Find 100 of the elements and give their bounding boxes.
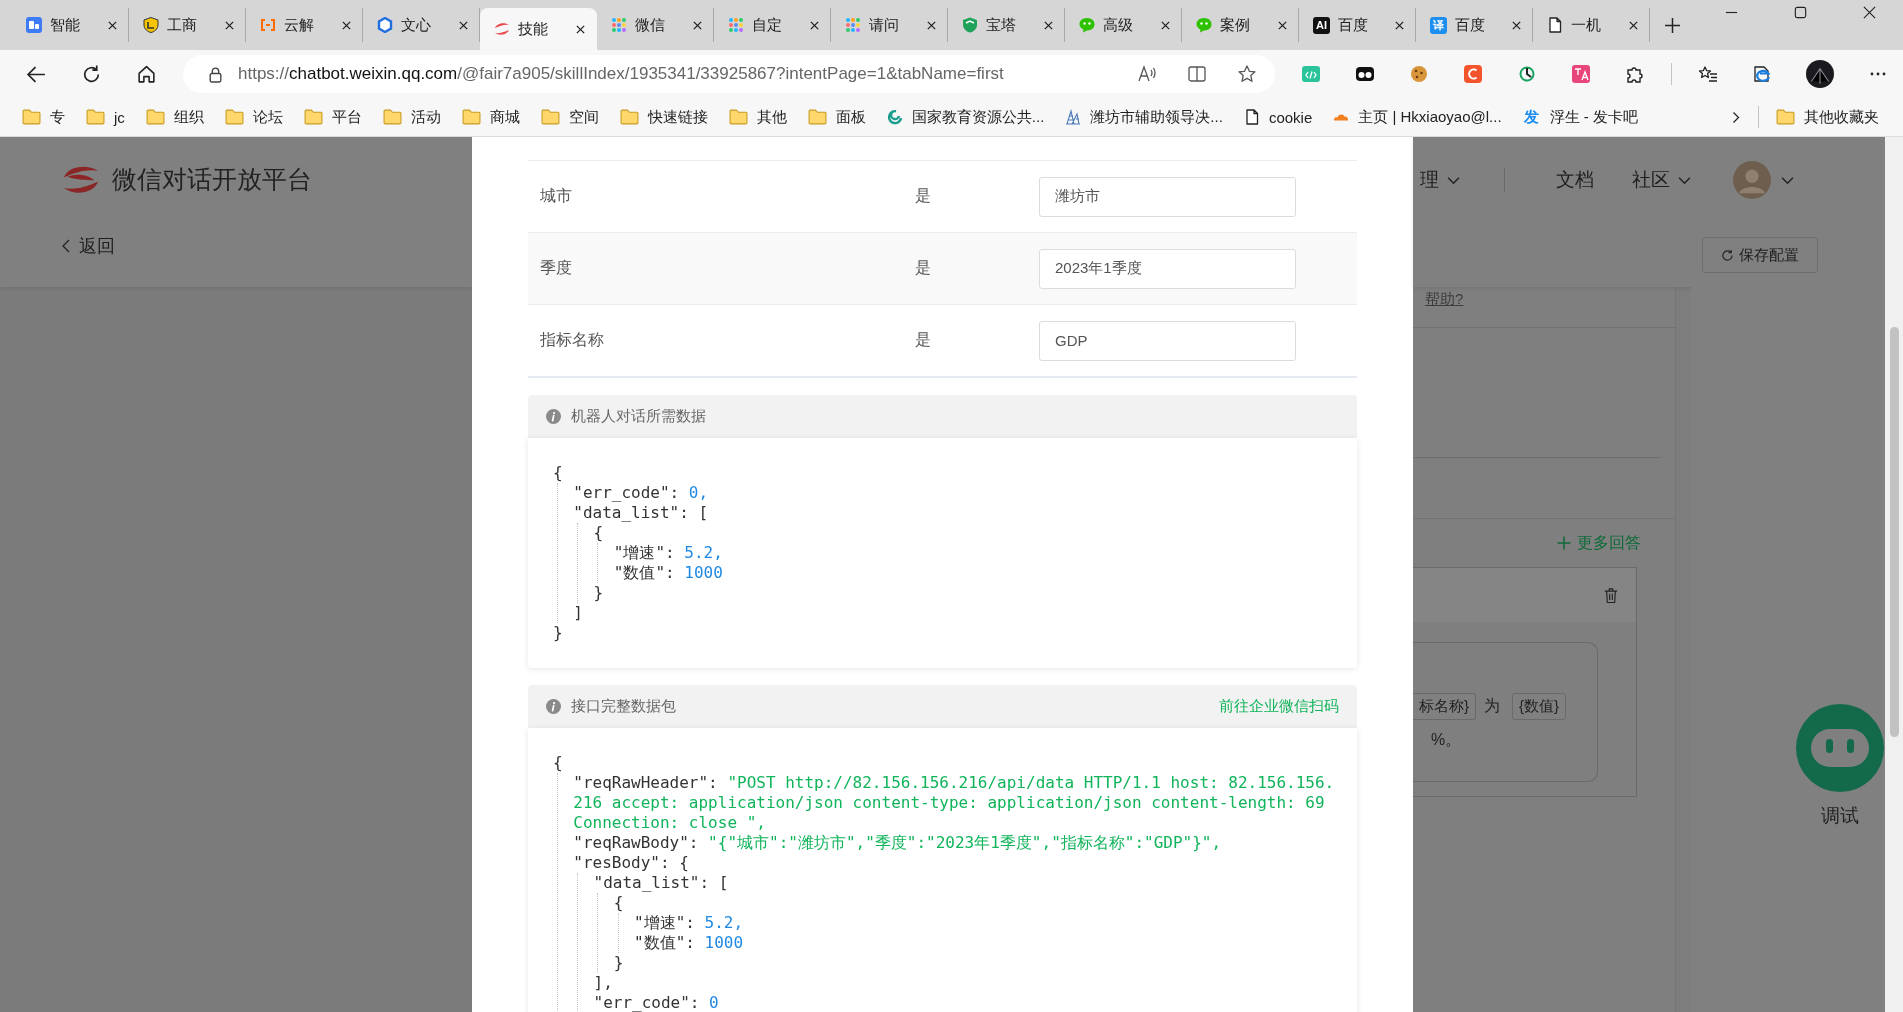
browser-tab[interactable]: 工商 xyxy=(129,8,246,42)
bookmark[interactable]: 国家教育资源公共... xyxy=(886,107,1045,127)
folder-icon xyxy=(807,109,827,125)
browser-tab[interactable]: 案例 xyxy=(1182,8,1299,42)
browser-tab[interactable]: 请问 xyxy=(831,8,948,42)
read-aloud-icon[interactable] xyxy=(1137,64,1157,84)
shield-icon xyxy=(962,17,978,33)
chevron-right-icon[interactable] xyxy=(1731,109,1741,125)
close-icon[interactable] xyxy=(809,19,820,31)
browser-tab[interactable]: 宝塔 xyxy=(948,8,1065,42)
bookmark[interactable]: cookie xyxy=(1243,108,1313,126)
code-line: ], xyxy=(593,973,614,993)
maximize-icon[interactable] xyxy=(1793,4,1808,20)
browser-tab[interactable]: 一机 xyxy=(1533,8,1650,42)
folder-icon xyxy=(224,109,244,125)
folder-icon xyxy=(22,109,41,125)
folder-icon xyxy=(461,109,481,125)
puzzle-icon[interactable] xyxy=(1625,64,1645,84)
bookmark[interactable]: 专 xyxy=(22,107,65,127)
close-icon[interactable] xyxy=(1394,19,1405,31)
bookmark[interactable]: 快速链接 xyxy=(619,107,708,127)
bookmark[interactable]: 活动 xyxy=(382,107,441,127)
browser-logo-icon[interactable] xyxy=(1752,64,1772,84)
scrollbar[interactable] xyxy=(1885,137,1903,1012)
split-screen-icon[interactable] xyxy=(1187,64,1207,84)
close-icon[interactable] xyxy=(926,19,937,31)
bookmark[interactable]: 发 浮生 - 发卡吧 xyxy=(1522,107,1638,127)
home-icon[interactable] xyxy=(136,63,157,85)
bookmark[interactable]: 潍坊市辅助领导决... xyxy=(1065,107,1223,127)
nav-link[interactable]: 文档 xyxy=(1556,167,1594,193)
close-icon[interactable] xyxy=(224,19,235,31)
dot-grid-icon xyxy=(728,17,744,33)
close-icon[interactable] xyxy=(341,19,352,31)
browser-tab[interactable]: 译 百度 xyxy=(1416,8,1533,42)
nav-link[interactable]: 理 xyxy=(1420,167,1460,193)
address-field[interactable]: https://chatbot.weixin.qq.com/@fair7a905/skillIndex/1935341/33925867?intentPage=1&tabName=first xyxy=(183,55,1275,93)
folder-icon xyxy=(145,109,165,125)
browser-tab[interactable]: 技能 xyxy=(480,8,597,50)
chat-bubble-icon xyxy=(1196,17,1212,33)
slot-name: 季度 xyxy=(540,258,573,278)
bookmark[interactable]: 主页 | Hkxiaoyao@l... xyxy=(1333,107,1502,127)
bookmark[interactable]: 空间 xyxy=(540,107,599,127)
close-icon[interactable] xyxy=(1043,19,1054,31)
answer-box[interactable]: 标名称} 为 {数值} %。 xyxy=(1413,642,1598,782)
browser-tab[interactable]: 云解 xyxy=(246,8,363,42)
code-line: } xyxy=(553,623,564,643)
chevron-down-icon xyxy=(1447,175,1460,185)
code-line: } xyxy=(613,953,625,973)
folder-icon xyxy=(619,109,639,125)
required-label: 是 xyxy=(915,258,932,278)
bookmark[interactable]: 平台 xyxy=(303,107,362,127)
building-icon xyxy=(1065,109,1082,125)
profile-avatar[interactable] xyxy=(1806,60,1834,88)
close-icon[interactable] xyxy=(1160,19,1171,31)
close-icon[interactable] xyxy=(107,19,118,31)
trash-icon[interactable] xyxy=(1604,586,1618,604)
close-icon[interactable] xyxy=(692,19,703,31)
back-link[interactable]: 返回 xyxy=(62,234,115,258)
variable-chip: 标名称} xyxy=(1413,693,1476,720)
bookmark[interactable]: 组织 xyxy=(145,107,204,127)
browser-tab[interactable]: 微信 xyxy=(597,8,714,42)
bookmark-folder[interactable]: 其他收藏夹 xyxy=(1776,107,1879,127)
browser-tab[interactable]: 高级 xyxy=(1065,8,1182,42)
code-line: "数值": 1000 xyxy=(613,563,724,583)
slot-value-field[interactable]: GDP xyxy=(1039,320,1296,361)
slot-value-field[interactable]: 2023年1季度 xyxy=(1039,248,1296,289)
bookmark[interactable]: 面板 xyxy=(807,107,866,127)
bookmark[interactable]: 其他 xyxy=(728,107,787,127)
eyes-icon[interactable] xyxy=(1355,64,1375,84)
close-icon[interactable] xyxy=(458,19,469,31)
code-line: { xyxy=(613,893,625,913)
code-line: "reqRawBody": "{"城市":"潍坊市","季度":"2023年1季度","指标名称":"GDP"}", xyxy=(573,833,1223,853)
star-icon[interactable] xyxy=(1237,64,1257,84)
close-icon[interactable] xyxy=(575,23,586,35)
favorites-icon[interactable] xyxy=(1698,64,1718,84)
close-icon[interactable] xyxy=(1628,19,1639,31)
bookmark[interactable]: jc xyxy=(86,108,125,126)
code-line: { xyxy=(593,523,605,543)
nav-link[interactable]: 社区 xyxy=(1632,167,1691,193)
section-title: 机器人对话所需数据 xyxy=(571,407,707,426)
translate-icon[interactable] xyxy=(1571,64,1591,84)
close-icon[interactable] xyxy=(1277,19,1288,31)
code-line: ] xyxy=(573,603,584,623)
browser-tab[interactable]: 自定 xyxy=(714,8,831,42)
bookmark[interactable]: 论坛 xyxy=(224,107,283,127)
refresh-icon[interactable] xyxy=(81,63,102,85)
new-tab-icon[interactable] xyxy=(1664,16,1681,34)
save-config-button[interactable]: 保存配置 xyxy=(1702,237,1818,273)
slot-value-field[interactable]: 潍坊市 xyxy=(1039,176,1296,217)
bookmark[interactable]: 商城 xyxy=(461,107,520,127)
cookie-icon[interactable] xyxy=(1409,64,1429,84)
extension-icon[interactable] xyxy=(1517,64,1537,84)
close-icon[interactable] xyxy=(1511,19,1522,31)
close-icon[interactable] xyxy=(1862,4,1877,20)
page-icon xyxy=(1243,109,1260,125)
debug-button[interactable]: 调试 xyxy=(1794,703,1886,829)
browser-tab[interactable]: 智能 xyxy=(12,8,129,42)
info-icon xyxy=(546,699,561,714)
dot-grid-icon xyxy=(845,17,861,33)
browser-tab[interactable]: AI 百度 xyxy=(1299,8,1416,42)
